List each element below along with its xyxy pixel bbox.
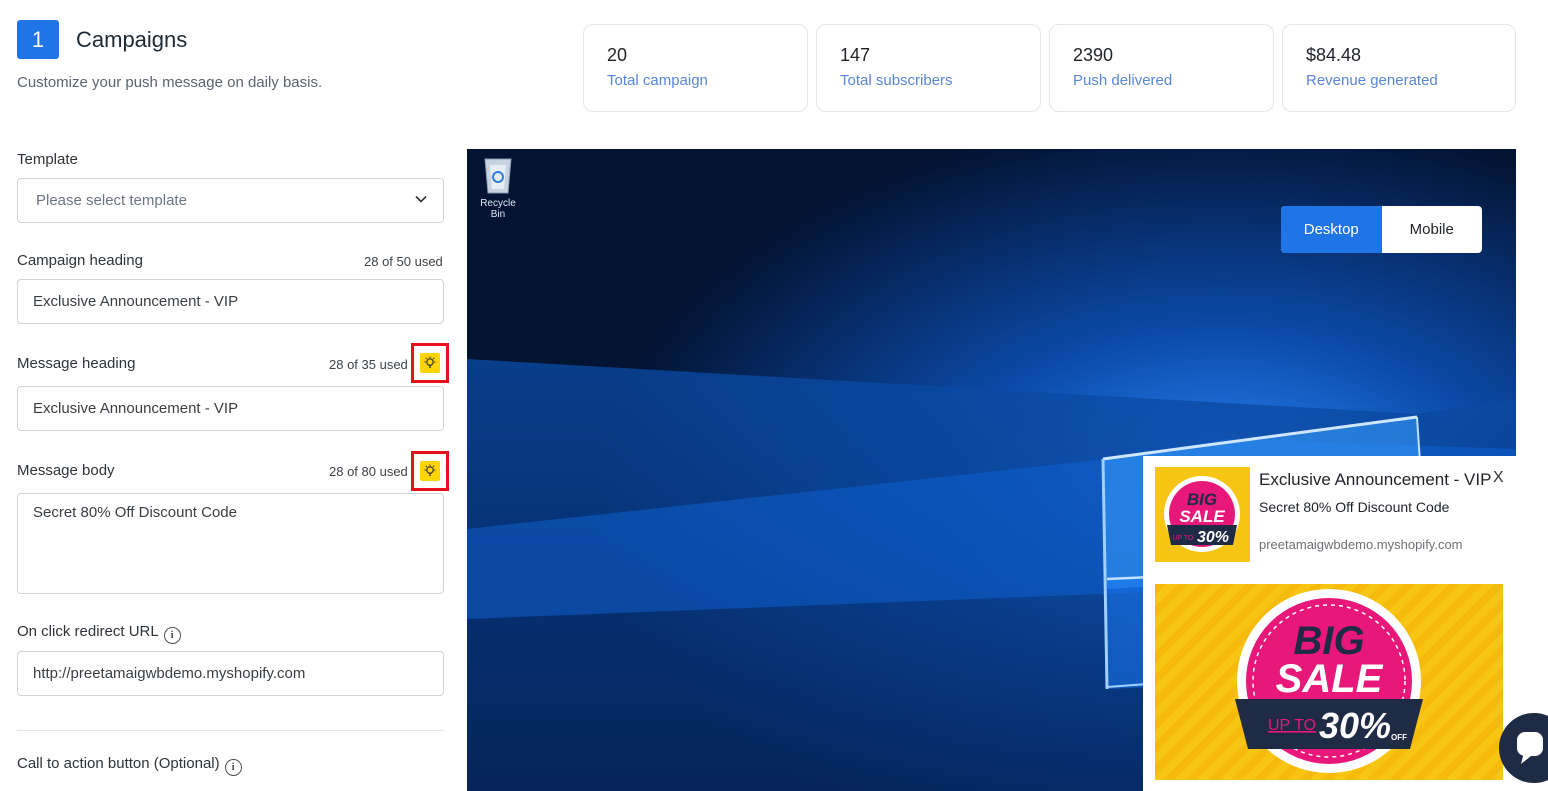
redirect-url-label-row: On click redirect URL i xyxy=(17,623,181,644)
recycle-bin-shortcut[interactable]: Recycle Bin xyxy=(473,155,523,220)
stat-value: 20 xyxy=(607,45,628,65)
message-body-suggest-button[interactable] xyxy=(411,451,449,491)
stat-value: $84.48 xyxy=(1306,45,1362,65)
recycle-bin-label: Recycle Bin xyxy=(480,198,516,220)
push-notification-preview: BIG SALE UP TO 30% Exclusive Announcemen… xyxy=(1143,456,1516,791)
message-body-count: 28 of 80 used xyxy=(329,464,408,479)
template-label: Template xyxy=(17,151,78,168)
info-icon[interactable]: i xyxy=(163,627,181,644)
page-subtitle: Customize your push message on daily bas… xyxy=(17,74,323,91)
thumb-percent-text: 30% xyxy=(1197,529,1229,546)
notification-title: Exclusive Announcement - VIP xyxy=(1259,470,1492,489)
campaign-heading-input[interactable]: Exclusive Announcement - VIP xyxy=(17,279,444,324)
message-heading-label: Message heading xyxy=(17,355,136,372)
recycle-bin-icon xyxy=(484,158,512,194)
redirect-url-label: On click redirect URL xyxy=(17,623,159,640)
message-heading-value: Exclusive Announcement - VIP xyxy=(33,400,239,417)
template-placeholder: Please select template xyxy=(36,192,187,209)
page-title: Campaigns xyxy=(76,27,188,52)
redirect-url-value: http://preetamaigwbdemo.myshopify.com xyxy=(33,665,306,682)
banner-off-text: OFF xyxy=(1391,733,1407,742)
campaign-heading-label: Campaign heading xyxy=(17,252,143,269)
thumb-sale-text: SALE xyxy=(1179,507,1225,526)
stat-card-campaigns: 20 Total campaign xyxy=(583,24,808,112)
thumb-upto-text: UP TO xyxy=(1172,535,1194,542)
stat-card-revenue: $84.48 Revenue generated xyxy=(1282,24,1516,112)
stat-label: Total subscribers xyxy=(840,72,953,89)
notification-domain: preetamaigwbdemo.myshopify.com xyxy=(1259,537,1463,552)
banner-upto-text: UP TO xyxy=(1268,717,1316,734)
stat-card-subscribers: 147 Total subscribers xyxy=(816,24,1041,112)
campaign-heading-value: Exclusive Announcement - VIP xyxy=(33,293,239,310)
desktop-toggle-button[interactable]: Desktop xyxy=(1281,206,1382,253)
stat-label: Push delivered xyxy=(1073,72,1173,89)
message-body-label: Message body xyxy=(17,462,115,479)
cta-label: Call to action button (Optional) xyxy=(17,755,220,772)
message-body-textarea[interactable]: Secret 80% Off Discount Code xyxy=(17,493,444,594)
message-heading-input[interactable]: Exclusive Announcement - VIP xyxy=(17,386,444,431)
notification-body: Secret 80% Off Discount Code xyxy=(1259,499,1450,515)
chat-icon xyxy=(1517,732,1543,764)
stat-card-delivered: 2390 Push delivered xyxy=(1049,24,1274,112)
section-divider xyxy=(17,730,444,731)
notification-banner-image: BIG SALE UP TO 30% OFF xyxy=(1155,584,1503,780)
cta-label-row: Call to action button (Optional) i xyxy=(17,755,242,776)
chevron-down-icon xyxy=(415,195,427,203)
campaigns-page: 1 Campaigns Customize your push message … xyxy=(0,0,1548,791)
message-heading-suggest-button[interactable] xyxy=(411,343,449,383)
banner-sale-text: SALE xyxy=(1276,657,1384,701)
step-badge: 1 xyxy=(17,20,59,59)
device-toggle: Desktop Mobile xyxy=(1281,206,1482,253)
notification-thumbnail: BIG SALE UP TO 30% xyxy=(1155,467,1250,562)
lightbulb-icon xyxy=(420,461,440,481)
info-icon[interactable]: i xyxy=(224,759,242,776)
stat-label: Revenue generated xyxy=(1306,72,1438,89)
stat-label: Total campaign xyxy=(607,72,708,89)
stat-value: 147 xyxy=(840,45,871,65)
template-select[interactable]: Please select template xyxy=(17,178,444,223)
mobile-toggle-button[interactable]: Mobile xyxy=(1382,206,1483,253)
message-body-value: Secret 80% Off Discount Code xyxy=(33,504,237,521)
lightbulb-icon xyxy=(420,353,440,373)
redirect-url-input[interactable]: http://preetamaigwbdemo.myshopify.com xyxy=(17,651,444,696)
notification-close-button[interactable]: X xyxy=(1493,469,1504,487)
banner-percent-text: 30% xyxy=(1319,705,1391,746)
campaign-heading-count: 28 of 50 used xyxy=(364,254,443,269)
message-heading-count: 28 of 35 used xyxy=(329,357,408,372)
stat-value: 2390 xyxy=(1073,45,1114,65)
desktop-preview: Recycle Bin Desktop Mobile BIG SALE UP T… xyxy=(467,149,1516,791)
